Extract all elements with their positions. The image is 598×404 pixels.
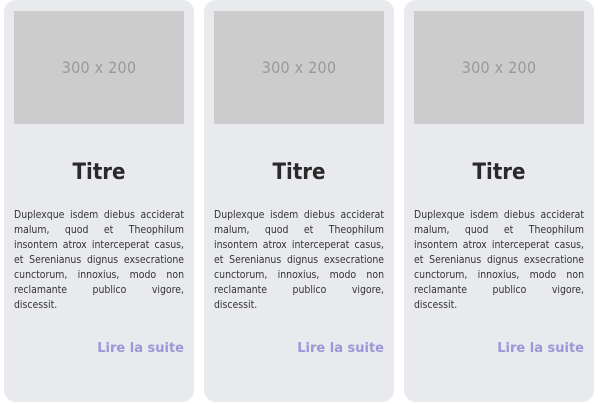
card: 300 x 200 Titre Duplexque isdem diebus a…	[204, 0, 394, 402]
card-image-placeholder: 300 x 200	[14, 11, 184, 124]
card-image-placeholder: 300 x 200	[214, 11, 384, 124]
card-text: Duplexque isdem diebus acciderat malum, …	[14, 209, 184, 311]
card: 300 x 200 Titre Duplexque isdem diebus a…	[4, 0, 194, 402]
card-title: Titre	[72, 160, 126, 185]
card-text: Duplexque isdem diebus acciderat malum, …	[214, 209, 384, 311]
card-grid: 300 x 200 Titre Duplexque isdem diebus a…	[0, 0, 598, 404]
card-text: Duplexque isdem diebus acciderat malum, …	[414, 209, 584, 311]
read-more-link[interactable]: Lire la suite	[97, 339, 184, 359]
card-title: Titre	[472, 160, 526, 185]
card-title: Titre	[272, 160, 326, 185]
read-more-link[interactable]: Lire la suite	[297, 339, 384, 359]
read-more-link[interactable]: Lire la suite	[497, 339, 584, 359]
card: 300 x 200 Titre Duplexque isdem diebus a…	[404, 0, 594, 402]
card-image-placeholder: 300 x 200	[414, 11, 584, 124]
